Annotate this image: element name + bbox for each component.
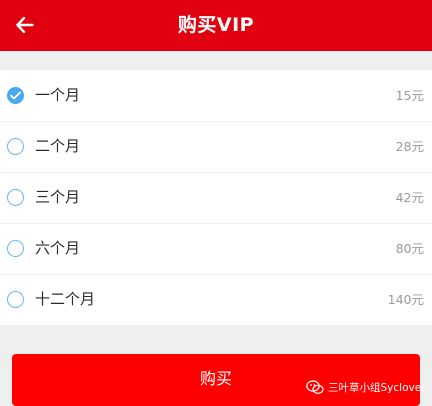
plan-price: 28元 (395, 139, 424, 154)
plan-name: 一个月 (35, 86, 81, 104)
wechat-icon (306, 379, 324, 394)
radio-checked-icon[interactable] (7, 87, 24, 104)
plan-name: 十二个月 (35, 290, 96, 308)
plan-option-6-months[interactable]: 六个月 80元 (0, 223, 432, 274)
plan-option-3-months[interactable]: 三个月 42元 (0, 172, 432, 223)
plan-name: 二个月 (35, 137, 81, 155)
radio-unchecked-icon[interactable] (7, 240, 24, 257)
radio-unchecked-icon[interactable] (7, 138, 24, 155)
plan-option-12-months[interactable]: 十二个月 140元 (0, 274, 432, 325)
plan-price: 42元 (395, 190, 424, 205)
radio-unchecked-icon[interactable] (7, 291, 24, 308)
plan-option-1-month[interactable]: 一个月 15元 (0, 70, 432, 121)
app-header: 购买VIP (0, 0, 432, 51)
watermark: 三叶草小组Syclover (306, 377, 425, 397)
plan-option-2-months[interactable]: 二个月 28元 (0, 121, 432, 172)
plan-name: 三个月 (35, 188, 81, 206)
watermark-text: 三叶草小组Syclover (328, 381, 426, 394)
plan-price: 15元 (395, 88, 424, 103)
radio-unchecked-icon[interactable] (7, 189, 24, 206)
plan-price: 140元 (387, 292, 424, 307)
page-title: 购买VIP (177, 14, 255, 36)
plan-price: 80元 (395, 241, 424, 256)
plan-name: 六个月 (35, 239, 81, 257)
vip-plan-list: 一个月 15元 二个月 28元 三个月 42元 六个月 80元 十二个月 140… (0, 70, 432, 325)
